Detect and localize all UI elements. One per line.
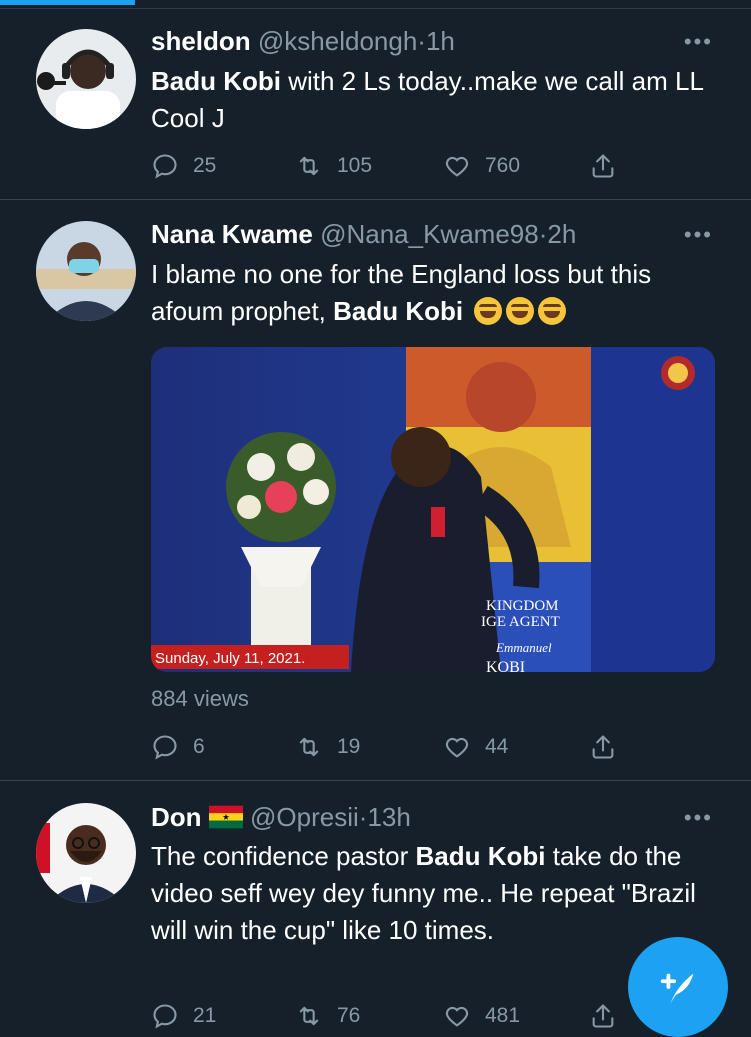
date-caption: Sunday, July 11, 2021. bbox=[155, 650, 305, 667]
retweet-icon bbox=[299, 1006, 319, 1026]
retweet-button[interactable]: 76 bbox=[295, 999, 360, 1033]
tweet-actions: 6 19 44 bbox=[151, 730, 631, 764]
more-icon[interactable]: ••• bbox=[684, 222, 713, 248]
text-pre: The confidence pastor bbox=[151, 841, 416, 871]
tweet-text: The confidence pastor Badu Kobi take do … bbox=[151, 838, 711, 949]
like-button[interactable]: 44 bbox=[443, 730, 508, 764]
heart-icon bbox=[445, 737, 469, 758]
share-icon bbox=[592, 1004, 614, 1028]
tweet[interactable]: sheldon @ksheldongh·1h ••• Badu Kobi wit… bbox=[0, 9, 751, 200]
reply-icon bbox=[153, 1004, 177, 1029]
avatar[interactable] bbox=[36, 29, 136, 129]
tweet-header: Don @Opresii·13h bbox=[151, 801, 411, 833]
avatar[interactable] bbox=[36, 803, 136, 903]
display-name[interactable]: sheldon bbox=[151, 26, 251, 56]
more-icon[interactable]: ••• bbox=[684, 805, 713, 831]
share-button[interactable] bbox=[589, 999, 631, 1033]
video-thumbnail: KINGDOM IGE AGENT Emmanuel KOBI Sunday, … bbox=[151, 347, 715, 672]
tweet-text: Badu Kobi with 2 Ls today..make we call … bbox=[151, 63, 711, 137]
ghana-flag-icon bbox=[208, 805, 243, 829]
like-count: 44 bbox=[485, 735, 509, 758]
reply-button[interactable]: 21 bbox=[151, 999, 216, 1033]
tweet-actions: 25 105 760 bbox=[151, 149, 631, 183]
tweet[interactable]: Nana Kwame @Nana_Kwame98·2h ••• I blame … bbox=[0, 200, 751, 781]
mention-bold: Badu Kobi bbox=[333, 296, 464, 326]
like-count: 481 bbox=[485, 1004, 521, 1027]
tab-indicator bbox=[0, 0, 135, 5]
like-count: 760 bbox=[485, 154, 521, 177]
more-icon[interactable]: ••• bbox=[684, 29, 713, 55]
tweet-header: sheldon @ksheldongh·1h bbox=[151, 25, 455, 57]
share-button[interactable] bbox=[589, 730, 631, 764]
banner-line1: KINGDOM bbox=[486, 598, 559, 614]
display-name[interactable]: Nana Kwame bbox=[151, 219, 313, 249]
video-media[interactable]: KINGDOM IGE AGENT Emmanuel KOBI Sunday, … bbox=[151, 347, 715, 672]
reply-button[interactable]: 6 bbox=[151, 730, 205, 764]
retweet-icon bbox=[299, 156, 319, 176]
timestamp[interactable]: 13h bbox=[367, 802, 410, 832]
banner-script: Emmanuel bbox=[495, 640, 552, 655]
reply-count: 21 bbox=[193, 1004, 217, 1027]
retweet-icon bbox=[299, 737, 319, 757]
tweet-actions: 21 76 481 bbox=[151, 999, 631, 1033]
display-name[interactable]: Don bbox=[151, 802, 202, 832]
rofl-emoji-icon bbox=[506, 297, 535, 325]
retweet-count: 76 bbox=[337, 1004, 361, 1027]
handle[interactable]: @Nana_Kwame98 bbox=[320, 219, 539, 249]
reply-icon bbox=[153, 735, 177, 760]
compose-feather-icon bbox=[660, 973, 694, 1005]
tweet-text: I blame no one for the England loss but … bbox=[151, 256, 711, 330]
share-icon bbox=[592, 154, 614, 178]
compose-tweet-button[interactable] bbox=[628, 937, 728, 1037]
retweet-button[interactable]: 19 bbox=[295, 730, 360, 764]
handle[interactable]: @ksheldongh bbox=[258, 26, 417, 56]
separator: · bbox=[417, 26, 426, 56]
timestamp[interactable]: 1h bbox=[426, 26, 455, 56]
retweet-count: 105 bbox=[337, 154, 373, 177]
reply-count: 25 bbox=[193, 154, 217, 177]
retweet-count: 19 bbox=[337, 735, 361, 758]
timestamp[interactable]: 2h bbox=[547, 219, 576, 249]
heart-icon bbox=[445, 1006, 469, 1027]
like-button[interactable]: 481 bbox=[443, 999, 520, 1033]
heart-icon bbox=[445, 156, 469, 177]
reply-count: 6 bbox=[193, 735, 205, 758]
share-icon bbox=[592, 735, 614, 759]
like-button[interactable]: 760 bbox=[443, 149, 520, 183]
reply-button[interactable]: 25 bbox=[151, 149, 216, 183]
banner-line2: IGE AGENT bbox=[481, 614, 560, 630]
share-button[interactable] bbox=[589, 149, 631, 183]
reply-icon bbox=[153, 154, 177, 179]
banner-bottom: KOBI bbox=[486, 659, 525, 672]
handle[interactable]: @Opresii bbox=[250, 802, 359, 832]
retweet-button[interactable]: 105 bbox=[295, 149, 372, 183]
rofl-emoji-icon bbox=[538, 297, 567, 325]
mention-bold: Badu Kobi bbox=[151, 66, 281, 96]
rofl-emoji-icon bbox=[474, 297, 503, 325]
view-count: 884 views bbox=[151, 686, 249, 711]
tweet-header: Nana Kwame @Nana_Kwame98·2h bbox=[151, 218, 576, 250]
mention-bold: Badu Kobi bbox=[415, 841, 546, 871]
avatar[interactable] bbox=[36, 221, 136, 321]
